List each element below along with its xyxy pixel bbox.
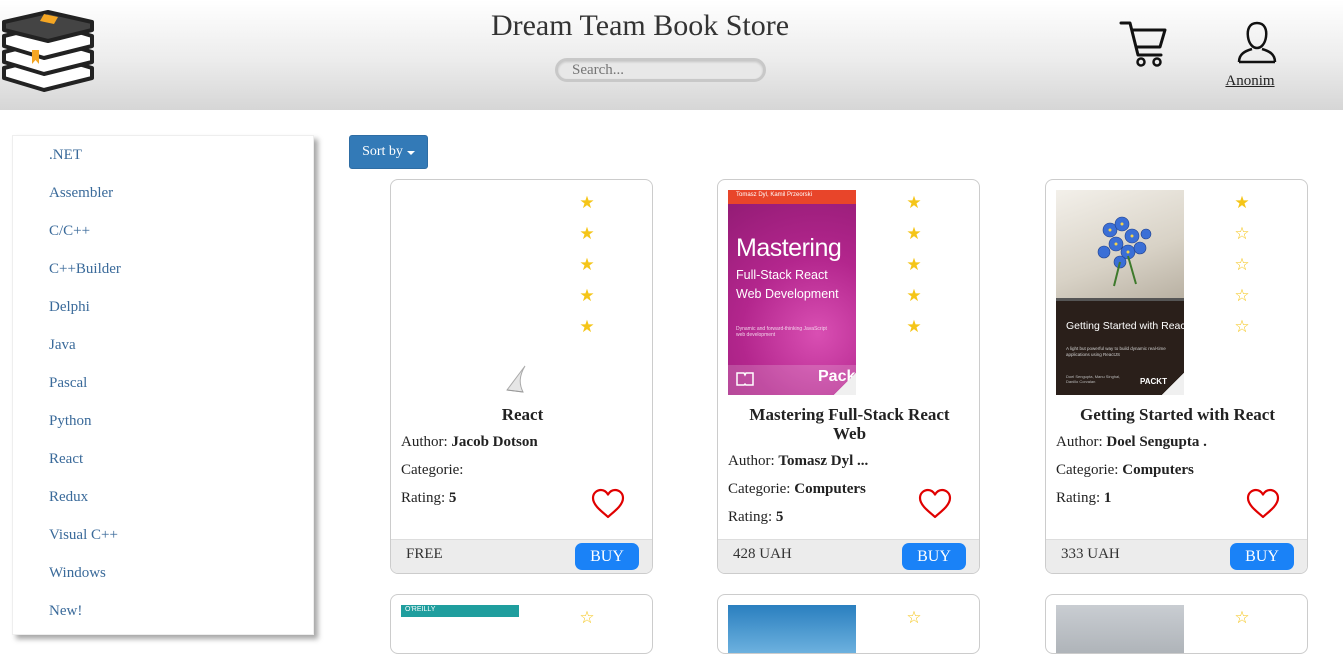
book-card: ☆ bbox=[1045, 594, 1308, 654]
book-outline-icon bbox=[736, 372, 754, 386]
book-cover[interactable] bbox=[728, 605, 856, 653]
caret-down-icon bbox=[406, 151, 415, 155]
sidebar-item-java[interactable]: Java bbox=[49, 337, 76, 354]
header: Dream Team Book Store Anonim bbox=[0, 0, 1343, 110]
star-filled-icon: ★ bbox=[906, 286, 922, 305]
cover-title-line1: Mastering bbox=[736, 234, 842, 262]
cover-title: Getting Started with React bbox=[1066, 320, 1184, 332]
user-account-button[interactable] bbox=[1236, 20, 1278, 64]
cover-blurb: Dynamic and forward-thinking JavaScript … bbox=[736, 326, 827, 338]
book-price: 428 UAH bbox=[733, 546, 792, 562]
search-box[interactable] bbox=[555, 58, 766, 82]
heart-favorite-icon[interactable] bbox=[591, 488, 625, 520]
book-title[interactable]: Mastering Full-Stack React Web bbox=[728, 405, 971, 443]
book-rating: Rating: 5 bbox=[401, 490, 457, 506]
page-title: Dream Team Book Store bbox=[490, 9, 790, 42]
sort-by-dropdown[interactable]: Sort by bbox=[349, 135, 428, 169]
book-category: Categorie: Computers bbox=[1056, 462, 1194, 478]
book-author: Author: Tomasz Dyl ... bbox=[728, 453, 869, 469]
sidebar-item-delphi[interactable]: Delphi bbox=[49, 299, 90, 316]
rating-stars: ★ ☆ ☆ ☆ ☆ bbox=[1233, 194, 1251, 349]
book-cover[interactable] bbox=[401, 190, 529, 395]
cart-button[interactable] bbox=[1118, 18, 1168, 68]
card-footer: 333 UAH BUY bbox=[1046, 539, 1307, 573]
star-empty-icon: ☆ bbox=[1234, 224, 1250, 243]
star-filled-icon: ★ bbox=[1234, 193, 1250, 212]
buy-button[interactable]: BUY bbox=[1230, 543, 1294, 570]
book-title[interactable]: React bbox=[401, 405, 644, 424]
cover-publisher: O'REILLY bbox=[405, 606, 436, 613]
book-price: FREE bbox=[406, 546, 443, 562]
book-card: O'REILLY ☆ bbox=[390, 594, 653, 654]
star-empty-icon: ☆ bbox=[1234, 255, 1250, 274]
book-cover[interactable]: Getting Started with React A light but p… bbox=[1056, 190, 1184, 395]
sort-by-label: Sort by bbox=[362, 144, 403, 159]
book-cover[interactable]: Tomasz Dyl, Kamil Przeorski Mastering Fu… bbox=[728, 190, 856, 395]
star-empty-icon: ☆ bbox=[1234, 608, 1250, 627]
book-rating: Rating: 1 bbox=[1056, 490, 1112, 506]
book-card: ☆ bbox=[717, 594, 980, 654]
sidebar-item-windows[interactable]: Windows bbox=[49, 565, 106, 582]
sidebar-item-assembler[interactable]: Assembler bbox=[49, 185, 113, 202]
star-filled-icon: ★ bbox=[579, 317, 595, 336]
star-filled-icon: ★ bbox=[906, 255, 922, 274]
sidebar-item-redux[interactable]: Redux bbox=[49, 489, 88, 506]
buy-button[interactable]: BUY bbox=[902, 543, 966, 570]
sidebar-item-cpp-builder[interactable]: C++Builder bbox=[49, 261, 121, 278]
book-category: Categorie: bbox=[401, 462, 464, 478]
card-footer: 428 UAH BUY bbox=[718, 539, 979, 573]
sidebar-item-react[interactable]: React bbox=[49, 451, 83, 468]
book-title[interactable]: Getting Started with React bbox=[1056, 405, 1299, 424]
card-footer: FREE BUY bbox=[391, 539, 652, 573]
book-category: Categorie: Computers bbox=[728, 481, 866, 497]
star-empty-icon: ☆ bbox=[1234, 286, 1250, 305]
star-filled-icon: ★ bbox=[579, 193, 595, 212]
category-sidebar: .NET Assembler C/C++ C++Builder Delphi J… bbox=[12, 135, 314, 635]
book-rating: Rating: 5 bbox=[728, 509, 784, 525]
sidebar-item-new[interactable]: New! bbox=[49, 603, 82, 620]
cover-authors: Doel Sengupta, Manu Singhal, Danillo Cor… bbox=[1066, 374, 1121, 384]
flowers-illustration bbox=[1097, 216, 1152, 287]
rating-stars: ★ ★ ★ ★ ★ bbox=[905, 194, 923, 349]
sidebar-item-python[interactable]: Python bbox=[49, 413, 92, 430]
cover-blurb: A light but powerful way to build dynami… bbox=[1066, 346, 1166, 357]
user-name-link[interactable]: Anonim bbox=[1210, 73, 1290, 90]
cover-title-line3: Web Development bbox=[736, 287, 839, 301]
sidebar-item-dotnet[interactable]: .NET bbox=[49, 147, 82, 164]
cover-authors: Tomasz Dyl, Kamil Przeorski bbox=[736, 192, 813, 198]
heart-favorite-icon[interactable] bbox=[918, 488, 952, 520]
book-price: 333 UAH bbox=[1061, 546, 1120, 562]
rating-stars: ★ ★ ★ ★ ★ bbox=[578, 194, 596, 349]
book-author: Author: Jacob Dotson bbox=[401, 434, 538, 450]
sidebar-item-c-cpp[interactable]: C/C++ bbox=[49, 223, 90, 240]
user-icon bbox=[1237, 21, 1277, 64]
book-card: Tomasz Dyl, Kamil Przeorski Mastering Fu… bbox=[717, 179, 980, 574]
star-filled-icon: ★ bbox=[906, 224, 922, 243]
heart-favorite-icon[interactable] bbox=[1246, 488, 1280, 520]
page-curl-icon bbox=[506, 365, 526, 393]
cover-title-line2: Full-Stack React bbox=[736, 268, 828, 282]
star-filled-icon: ★ bbox=[579, 224, 595, 243]
star-empty-icon: ☆ bbox=[906, 608, 922, 627]
sidebar-item-visual-cpp[interactable]: Visual C++ bbox=[49, 527, 118, 544]
book-card: Getting Started with React A light but p… bbox=[1045, 179, 1308, 574]
buy-button[interactable]: BUY bbox=[575, 543, 639, 570]
book-cover[interactable] bbox=[1056, 605, 1184, 653]
star-filled-icon: ★ bbox=[906, 317, 922, 336]
star-filled-icon: ★ bbox=[906, 193, 922, 212]
sidebar-item-pascal[interactable]: Pascal bbox=[49, 375, 87, 392]
star-filled-icon: ★ bbox=[579, 286, 595, 305]
search-input[interactable] bbox=[558, 61, 763, 80]
star-empty-icon: ☆ bbox=[1234, 317, 1250, 336]
cart-icon bbox=[1119, 21, 1167, 67]
book-cover[interactable]: O'REILLY bbox=[401, 605, 529, 653]
star-filled-icon: ★ bbox=[579, 255, 595, 274]
book-card: ★ ★ ★ ★ ★ React Author: Jacob Dotson Cat… bbox=[390, 179, 653, 574]
star-empty-icon: ☆ bbox=[579, 608, 595, 627]
book-author: Author: Doel Sengupta . bbox=[1056, 434, 1207, 450]
